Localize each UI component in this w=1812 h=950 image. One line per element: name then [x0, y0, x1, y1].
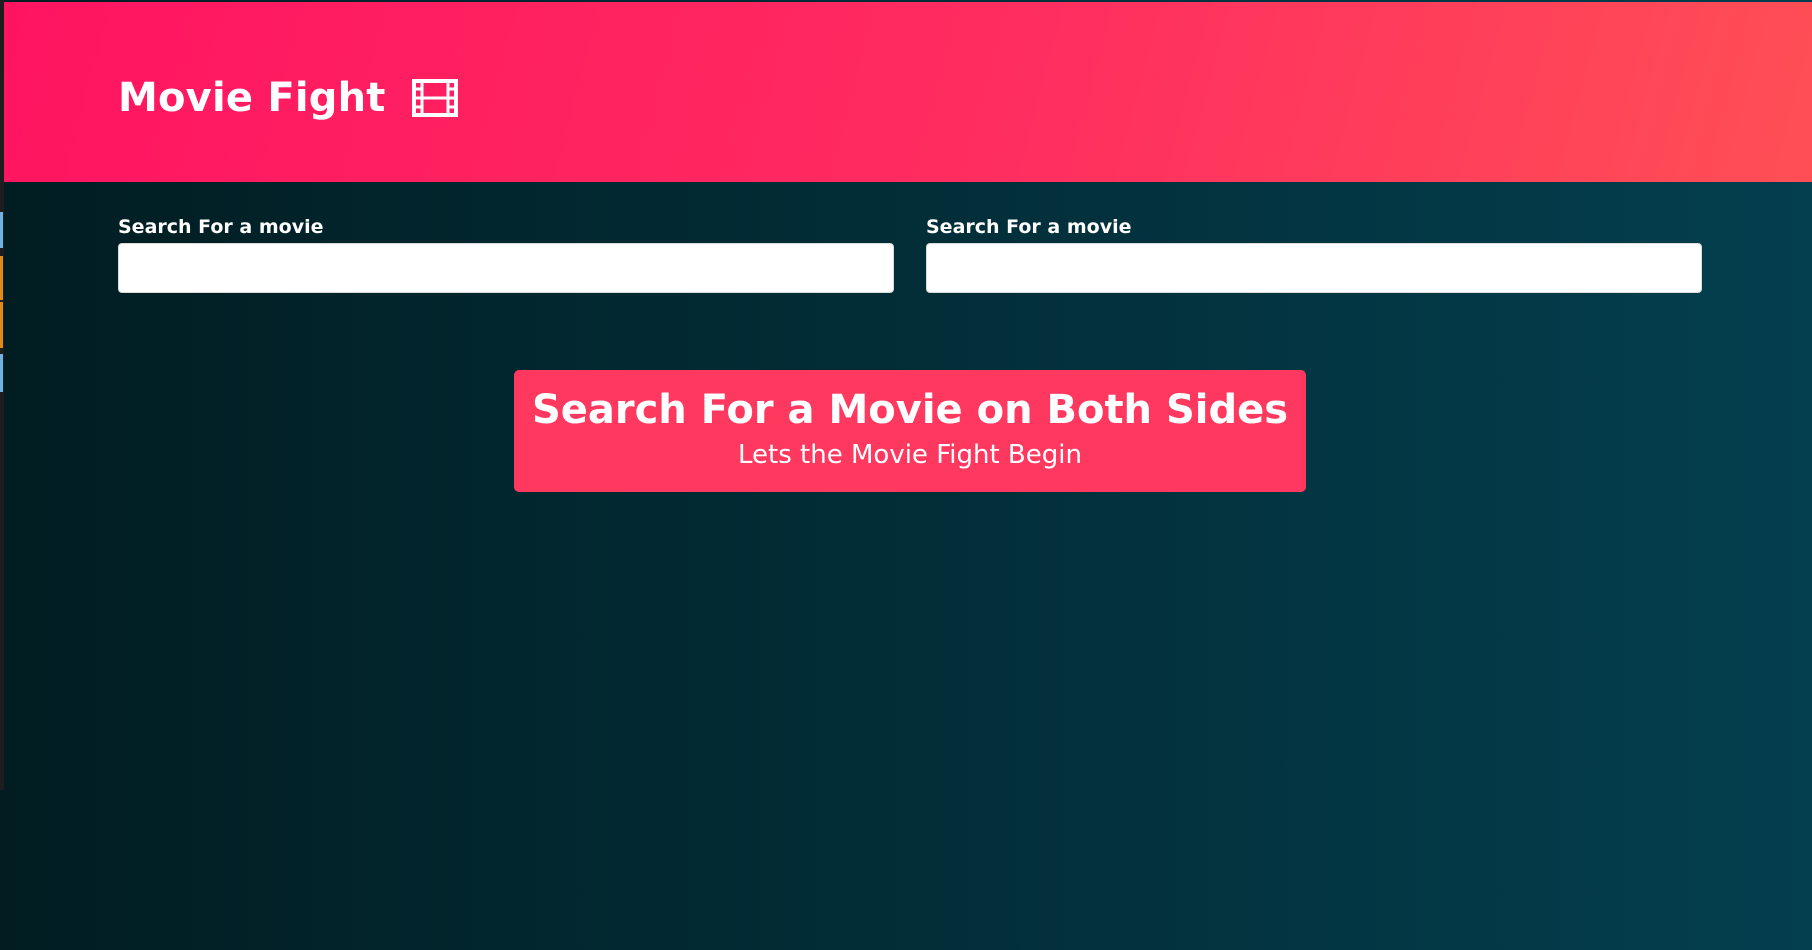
right-search-label: Search For a movie [926, 216, 1132, 238]
hero-header: Movie Fight [4, 2, 1812, 182]
page-title: Movie Fight [118, 68, 458, 128]
edge-marker [0, 302, 3, 348]
right-search-field: Search For a movie [926, 212, 1702, 293]
left-search-label: Search For a movie [118, 216, 324, 238]
right-search-input[interactable] [926, 243, 1702, 293]
edge-marker [0, 212, 3, 248]
tutorial-notification: Search For a Movie on Both Sides Lets th… [514, 370, 1306, 492]
app-title: Movie Fight [118, 75, 386, 121]
film-icon [411, 79, 458, 117]
edge-marker [0, 256, 3, 300]
left-search-input[interactable] [118, 243, 894, 293]
notification-subtitle: Lets the Movie Fight Begin [738, 440, 1082, 470]
notification-title: Search For a Movie on Both Sides [531, 387, 1289, 433]
edge-marker [0, 354, 3, 392]
left-search-field: Search For a movie [118, 212, 894, 293]
